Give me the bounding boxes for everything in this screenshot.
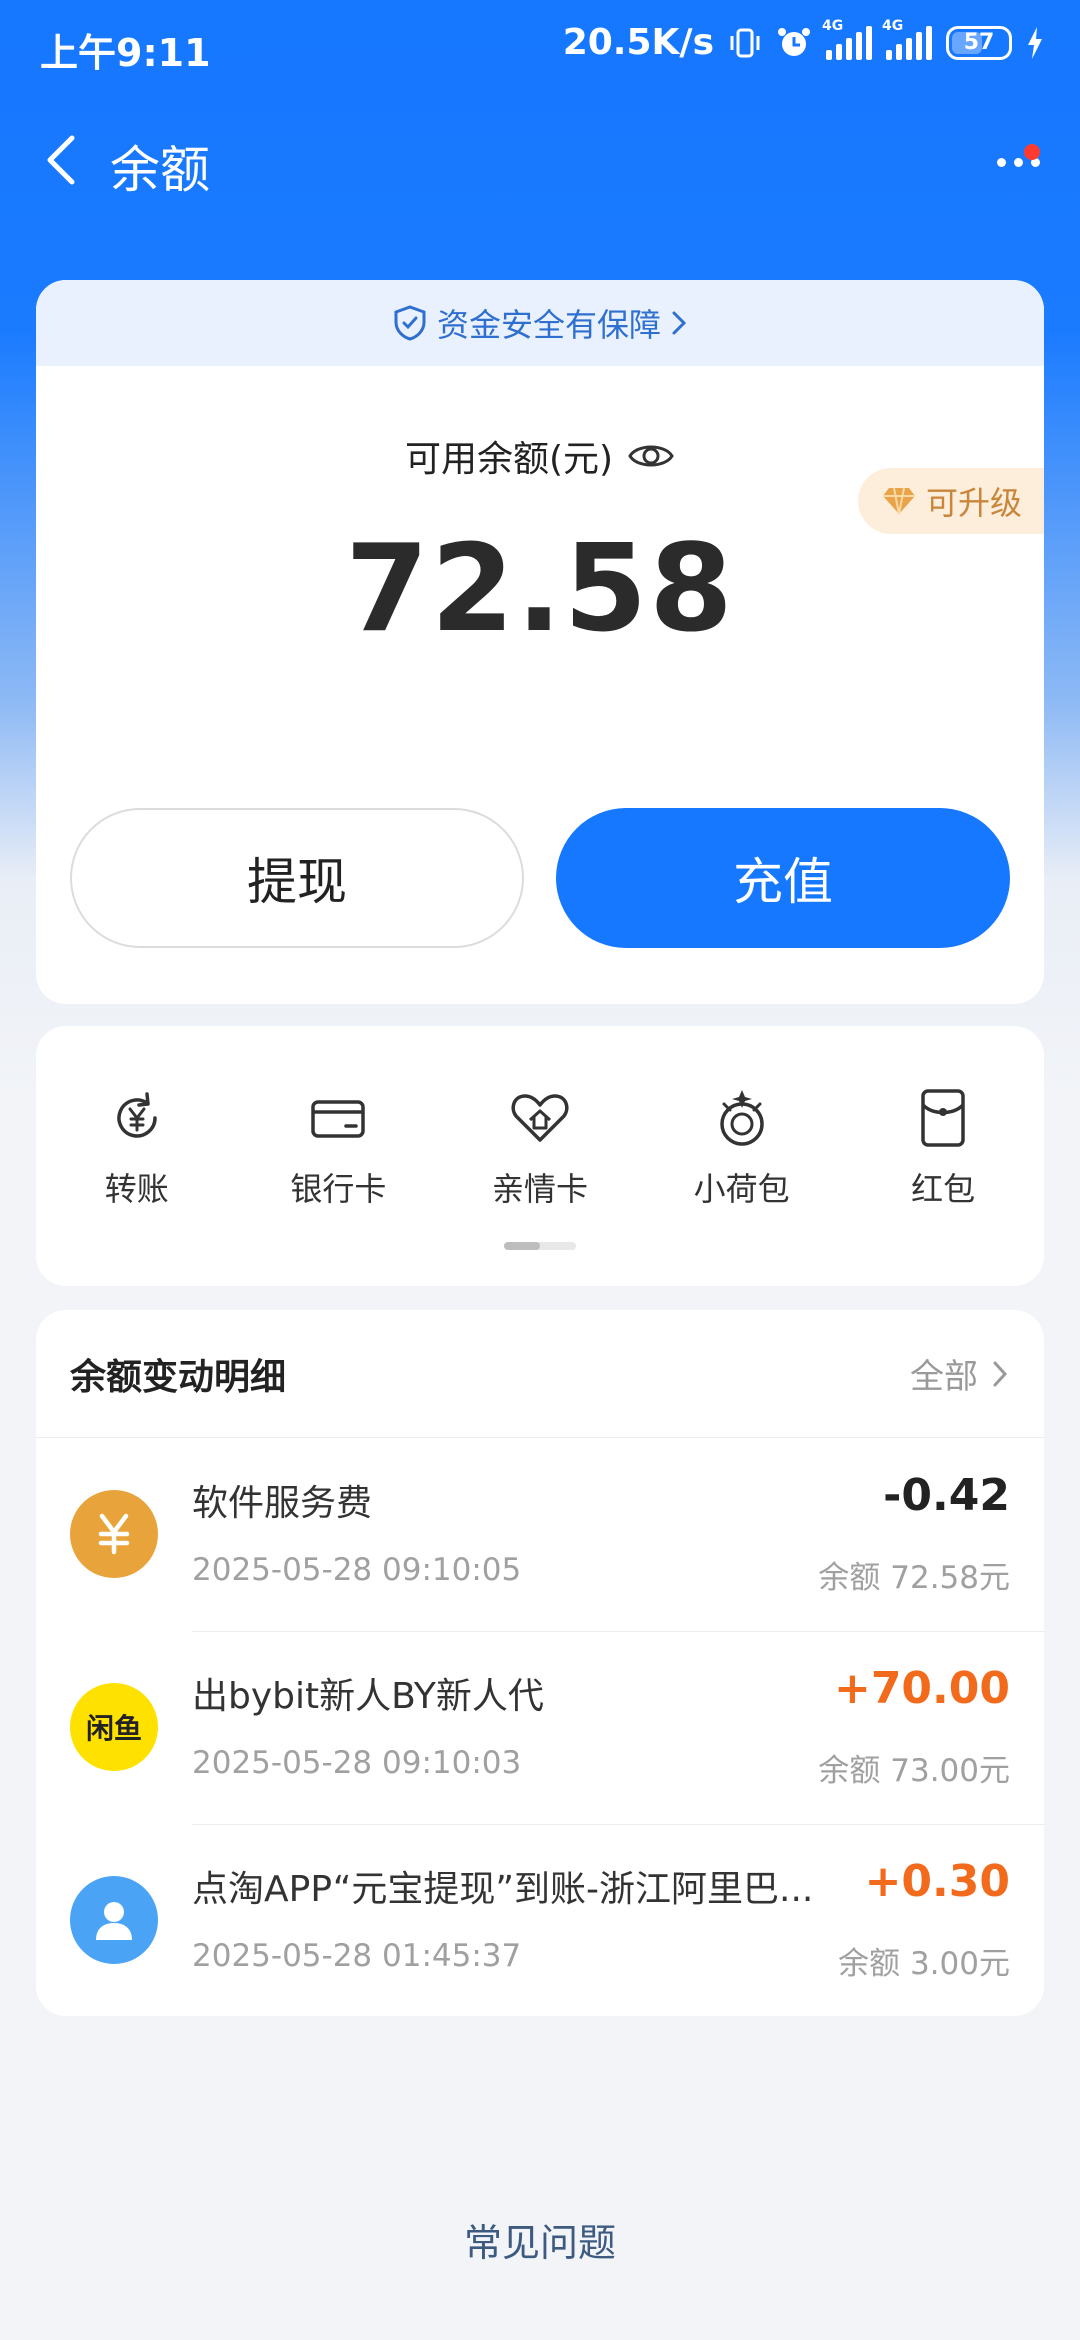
recharge-button[interactable]: 充值 <box>556 808 1010 948</box>
network-speed: 20.5K/s <box>562 22 714 63</box>
security-text: 资金安全有保障 <box>436 306 661 344</box>
transaction-name: 软件服务费 <box>192 1483 373 1524</box>
transactions-header: 余额变动明细 全部 <box>36 1310 1044 1438</box>
status-icons: 20.5K/s 4G 4G 57 <box>562 18 1044 63</box>
transactions-card: 余额变动明细 全部 软件服务费 2025-05-28 09:10:05 -0.4… <box>36 1310 1044 2016</box>
user-avatar-icon <box>70 1876 158 1964</box>
balance-label: 可用余额(元) <box>404 439 614 480</box>
shield-icon <box>394 305 426 341</box>
transaction-amount: -0.42 <box>883 1470 1010 1521</box>
app-header: 余额 <box>0 110 1080 210</box>
back-button[interactable] <box>30 128 94 192</box>
battery-level: 57 <box>963 30 995 55</box>
bank-card-icon <box>306 1086 370 1150</box>
view-all-button[interactable]: 全部 <box>910 1349 1008 1398</box>
transaction-row[interactable]: 点淘APP“元宝提现”到账-浙江阿里巴... 2025-05-28 01:45:… <box>36 1824 1044 2016</box>
transaction-amount: +70.00 <box>833 1663 1010 1714</box>
transaction-name: 点淘APP“元宝提现”到账-浙江阿里巴... <box>192 1869 814 1910</box>
charging-icon <box>1026 26 1044 59</box>
transaction-name: 出bybit新人BY新人代 <box>192 1676 544 1717</box>
balance-card: 资金安全有保障 可用余额(元) 可升级 72.58 提现 充值 <box>36 280 1044 1004</box>
transaction-row[interactable]: 软件服务费 2025-05-28 09:10:05 -0.42 余额 72.58… <box>36 1438 1044 1631</box>
more-dot-icon <box>996 157 1006 167</box>
status-time: 上午9:11 <box>40 31 211 75</box>
transaction-balance: 余额 3.00元 <box>838 1946 1010 1982</box>
action-bank-card[interactable]: 银行卡 <box>238 1086 440 1210</box>
xianyu-logo-text: 闲鱼 <box>85 1712 142 1745</box>
chevron-left-icon <box>47 135 75 185</box>
quick-actions-card: 转账 银行卡 亲情卡 小荷包 红包 <box>36 1026 1044 1286</box>
action-small-pouch[interactable]: 小荷包 <box>641 1086 843 1210</box>
transaction-balance: 余额 73.00元 <box>818 1753 1010 1789</box>
action-label: 小荷包 <box>693 1170 790 1208</box>
view-all-label: 全部 <box>910 1357 978 1397</box>
upgrade-text: 可升级 <box>925 484 1022 522</box>
signal-icon: 4G <box>822 18 872 60</box>
action-transfer[interactable]: 转账 <box>36 1086 238 1210</box>
xianyu-logo: 闲鱼 <box>70 1683 158 1771</box>
family-card-icon <box>508 1086 572 1150</box>
signal-icon: 4G <box>882 18 932 60</box>
transaction-time: 2025-05-28 09:10:03 <box>192 1745 522 1781</box>
action-label: 转账 <box>104 1170 169 1208</box>
action-label: 银行卡 <box>290 1170 387 1208</box>
transaction-time: 2025-05-28 01:45:37 <box>192 1938 522 1974</box>
yuan-avatar-icon <box>70 1490 158 1578</box>
chevron-right-icon <box>672 311 687 335</box>
transaction-balance: 余额 72.58元 <box>818 1560 1010 1596</box>
action-label: 红包 <box>911 1170 976 1208</box>
transaction-row[interactable]: 闲鱼 出bybit新人BY新人代 2025-05-28 09:10:03 +70… <box>36 1631 1044 1824</box>
transfer-icon <box>105 1086 169 1150</box>
page-title: 余额 <box>110 141 210 199</box>
chevron-right-icon <box>993 1361 1008 1386</box>
transaction-amount: +0.30 <box>864 1856 1010 1907</box>
page-indicator <box>504 1242 576 1250</box>
withdraw-button[interactable]: 提现 <box>70 808 524 948</box>
transactions-title: 余额变动明细 <box>70 1356 287 1398</box>
battery-icon: 57 <box>946 25 1012 60</box>
security-banner[interactable]: 资金安全有保障 <box>36 280 1044 366</box>
status-bar: 上午9:11 20.5K/s 4G 4G 57 <box>0 0 1080 96</box>
vibrate-icon <box>728 26 762 60</box>
transaction-time: 2025-05-28 09:10:05 <box>192 1552 522 1588</box>
red-packet-icon <box>911 1086 975 1150</box>
action-red-packet[interactable]: 红包 <box>842 1086 1044 1210</box>
more-button[interactable] <box>982 130 1054 194</box>
action-family-card[interactable]: 亲情卡 <box>439 1086 641 1210</box>
more-dot-icon <box>1013 157 1023 167</box>
balance-amount: 72.58 <box>345 520 735 659</box>
action-label: 亲情卡 <box>491 1170 588 1208</box>
faq-link[interactable]: 常见问题 <box>0 2212 1080 2267</box>
notification-dot <box>1024 144 1040 160</box>
diamond-icon <box>882 487 915 515</box>
eye-icon[interactable] <box>627 438 675 474</box>
small-pouch-icon <box>710 1086 774 1150</box>
alarm-icon <box>776 25 812 61</box>
